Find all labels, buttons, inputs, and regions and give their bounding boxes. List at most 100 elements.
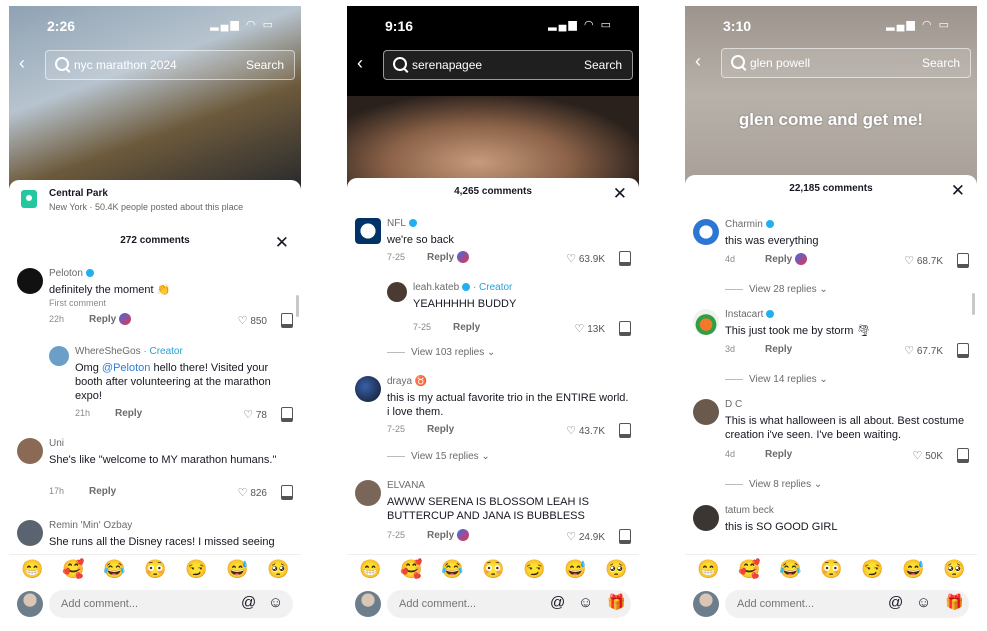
comment-username[interactable]: Charmin (725, 219, 774, 230)
comment-username[interactable]: Uni (49, 438, 64, 449)
dislike-icon[interactable] (957, 253, 969, 268)
reply-button[interactable]: Reply (427, 530, 454, 541)
emoji-button[interactable]: 🥺 (943, 559, 965, 579)
reply-button[interactable]: Reply (453, 322, 480, 333)
reply-button[interactable]: Reply (427, 424, 454, 435)
emoji-button[interactable]: 😳 (482, 559, 504, 579)
dislike-icon[interactable] (281, 313, 293, 328)
comment-username[interactable]: Remin 'Min' Ozbay (49, 520, 132, 531)
reply-button[interactable]: Reply (115, 408, 142, 419)
close-icon[interactable]: ✕ (275, 234, 289, 251)
view-replies-button[interactable]: View 14 replies ⌄ (725, 374, 828, 385)
mention-link[interactable]: @Peloton (102, 362, 150, 374)
dislike-icon[interactable] (281, 407, 293, 422)
emoji-button[interactable]: 😁 (359, 559, 381, 579)
emoji-button[interactable]: 😁 (697, 559, 719, 579)
dislike-icon[interactable] (619, 251, 631, 266)
emoji-button[interactable]: 😳 (820, 559, 842, 579)
emoji-button[interactable]: 😂 (779, 559, 801, 579)
emoji-button[interactable]: 😁 (21, 559, 43, 579)
back-icon[interactable]: ‹ (357, 54, 363, 72)
gift-icon[interactable]: 🎁 (945, 595, 964, 611)
comment-input[interactable] (725, 590, 969, 618)
avatar[interactable] (693, 505, 719, 531)
comment-username[interactable]: Instacart (725, 309, 775, 320)
emoji-icon[interactable]: ☺ (578, 595, 593, 611)
search-input[interactable]: serenapagee Search (383, 50, 633, 80)
emoji-button[interactable]: 😂 (441, 559, 463, 579)
dislike-icon[interactable] (957, 343, 969, 358)
search-button[interactable]: Search (246, 58, 284, 72)
avatar[interactable] (355, 376, 381, 402)
comment-username[interactable]: WhereSheGos · Creator (75, 346, 183, 357)
emoji-button[interactable]: 🥰 (62, 559, 84, 579)
back-icon[interactable]: ‹ (695, 52, 701, 70)
search-input[interactable]: nyc marathon 2024 Search (45, 50, 295, 80)
avatar[interactable] (693, 309, 719, 335)
mention-icon[interactable]: @ (888, 595, 903, 611)
reply-button[interactable]: Reply (89, 314, 116, 325)
avatar[interactable] (693, 399, 719, 425)
close-icon[interactable]: ✕ (613, 185, 627, 202)
emoji-button[interactable]: 😂 (103, 559, 125, 579)
emoji-button[interactable]: 🥰 (738, 559, 760, 579)
comment-input[interactable] (387, 590, 631, 618)
avatar[interactable] (355, 218, 381, 244)
like-button[interactable]: ♡ 43.7K (566, 424, 605, 437)
comment-username[interactable]: Peloton (49, 268, 94, 279)
emoji-button[interactable]: 😳 (144, 559, 166, 579)
place-banner[interactable]: Central Park New York · 50.4K people pos… (9, 180, 301, 220)
search-input[interactable]: glen powell Search (721, 48, 971, 78)
comment-input[interactable] (49, 590, 293, 618)
dislike-icon[interactable] (619, 321, 631, 336)
like-button[interactable]: ♡ 24.9K (566, 530, 605, 543)
avatar[interactable] (17, 520, 43, 546)
like-button[interactable]: ♡ 68.7K (904, 254, 943, 267)
like-button[interactable]: ♡ 826 (238, 486, 267, 499)
avatar[interactable] (693, 219, 719, 245)
emoji-button[interactable]: 😏 (185, 559, 207, 579)
emoji-icon[interactable]: ☺ (268, 595, 283, 611)
mention-icon[interactable]: @ (241, 595, 256, 611)
emoji-button[interactable]: 🥰 (400, 559, 422, 579)
avatar[interactable] (387, 282, 407, 302)
dislike-icon[interactable] (619, 529, 631, 544)
emoji-button[interactable]: 🥺 (267, 559, 289, 579)
reply-button[interactable]: Reply (765, 449, 792, 460)
reply-button[interactable]: Reply (765, 254, 792, 265)
comment-username[interactable]: draya ♉ (387, 376, 427, 387)
mention-icon[interactable]: @ (550, 595, 565, 611)
search-button[interactable]: Search (922, 56, 960, 70)
emoji-button[interactable]: 😅 (226, 559, 248, 579)
reply-button[interactable]: Reply (89, 486, 116, 497)
avatar[interactable] (17, 268, 43, 294)
reply-button[interactable]: Reply (427, 252, 454, 263)
like-button[interactable]: ♡ 50K (913, 449, 943, 462)
gift-icon[interactable]: 🎁 (607, 595, 626, 611)
view-replies-button[interactable]: View 28 replies ⌄ (725, 284, 828, 295)
like-button[interactable]: ♡ 78 (243, 408, 267, 421)
like-button[interactable]: ♡ 13K (575, 322, 605, 335)
like-button[interactable]: ♡ 67.7K (904, 344, 943, 357)
comment-username[interactable]: leah.kateb · Creator (413, 282, 512, 293)
reply-button[interactable]: Reply (765, 344, 792, 355)
avatar[interactable] (49, 346, 69, 366)
emoji-button[interactable]: 😅 (902, 559, 924, 579)
scrollbar[interactable] (972, 293, 975, 315)
search-button[interactable]: Search (584, 58, 622, 72)
comment-username[interactable]: D C (725, 399, 742, 410)
emoji-button[interactable]: 😏 (523, 559, 545, 579)
emoji-button[interactable]: 😏 (861, 559, 883, 579)
emoji-button[interactable]: 🥺 (605, 559, 627, 579)
dislike-icon[interactable] (957, 448, 969, 463)
scrollbar[interactable] (296, 295, 299, 317)
back-icon[interactable]: ‹ (19, 54, 25, 72)
view-replies-button[interactable]: View 8 replies ⌄ (725, 479, 822, 490)
like-button[interactable]: ♡ 63.9K (566, 252, 605, 265)
comment-username[interactable]: NFL (387, 218, 417, 229)
avatar[interactable] (17, 438, 43, 464)
comment-username[interactable]: tatum beck (725, 505, 774, 516)
view-replies-button[interactable]: View 15 replies ⌄ (387, 451, 490, 462)
view-replies-button[interactable]: View 103 replies ⌄ (387, 347, 495, 358)
like-button[interactable]: ♡ 850 (238, 314, 267, 327)
